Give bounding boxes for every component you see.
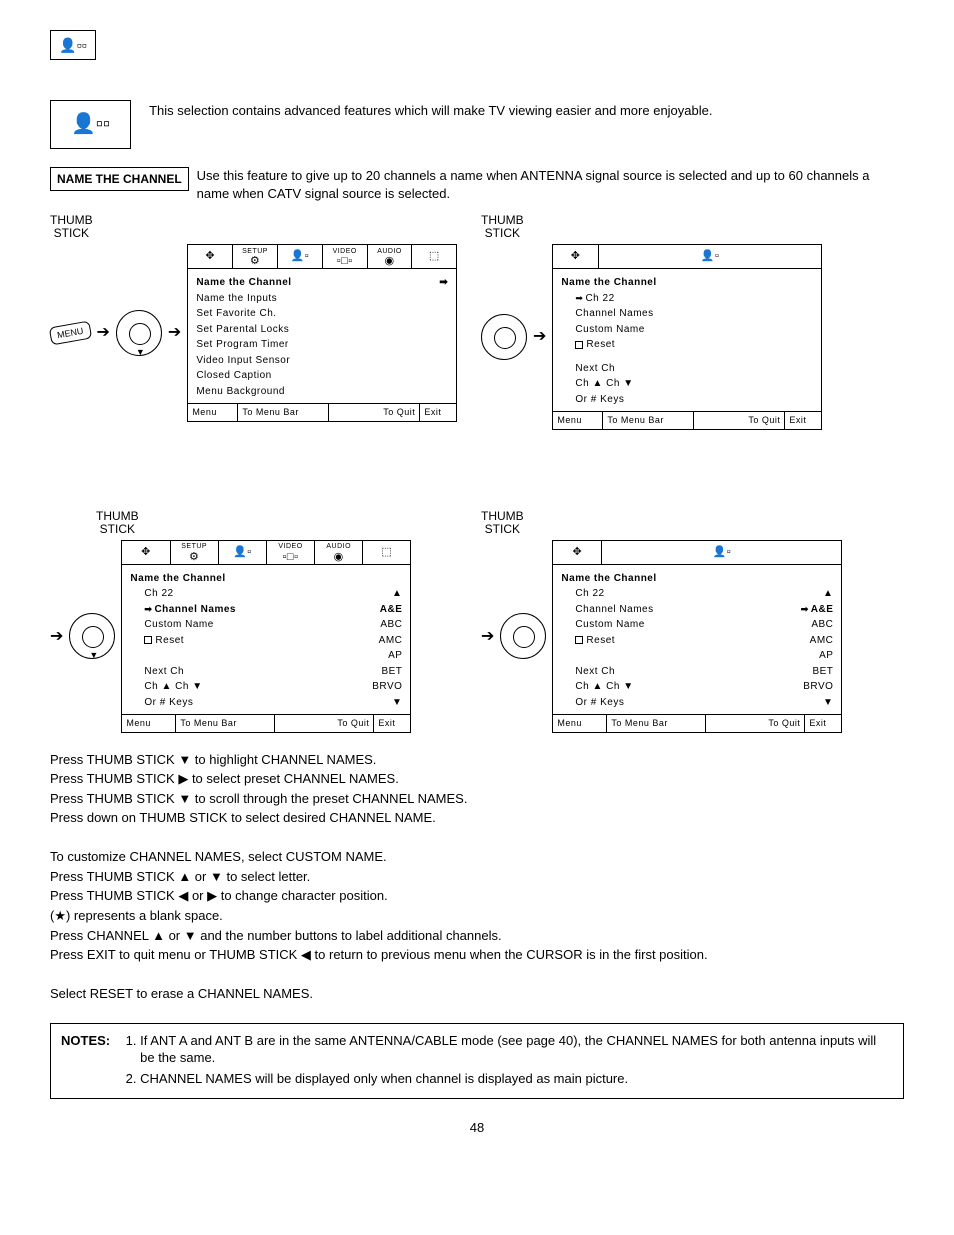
menu-item[interactable]: Set Favorite Ch. [196,307,276,321]
thumb-stick-label: THUMBSTICK [481,214,524,240]
intro-text: This selection contains advanced feature… [149,100,904,120]
menu-item-selected[interactable]: Channel Names [154,604,236,615]
hint-text: Next Ch [575,665,615,679]
header-icon: 👤▫▫ [50,30,96,60]
thumbstick-icon[interactable] [500,613,546,659]
menu-item[interactable]: Name the Inputs [196,292,277,306]
feature-description: Use this feature to give up to 20 channe… [197,167,904,202]
menu-screen-4: ✥ 👤▫ Name the Channel Ch 22▲ Channel Nam… [552,540,842,733]
menu-item[interactable]: Custom Name [575,618,644,632]
screen-title: Name the Channel [561,572,656,586]
thumbstick-icon[interactable] [481,314,527,360]
screen-title: Name the Channel [561,276,656,290]
instruction-line: Press THUMB STICK ▼ to highlight CHANNEL… [50,751,904,769]
note-item: CHANNEL NAMES will be displayed only whe… [140,1070,893,1088]
screen-footer: MenuTo Menu BarTo QuitExit [553,411,821,428]
thumb-stick-label: THUMBSTICK [50,214,93,240]
arrow-right-icon: ➔ [481,626,494,648]
page-number: 48 [50,1119,904,1137]
reset-option[interactable]: Reset [155,635,184,646]
reset-option[interactable]: Reset [586,635,615,646]
instruction-line: Press down on THUMB STICK to select desi… [50,809,904,827]
hint-text: Ch ▲ Ch ▼ [144,680,202,694]
screen-footer: MenuTo Menu BarTo QuitExit [553,714,841,731]
menu-screen-3: ✥ SETUP⚙ 👤▫ VIDEO▫□▫ AUDIO◉ ⬚ Name the C… [121,540,411,733]
menu-button[interactable]: MENU [49,321,92,346]
instruction-line: Press THUMB STICK ▲ or ▼ to select lette… [50,868,904,886]
instructions-block: Press THUMB STICK ▼ to highlight CHANNEL… [50,751,904,1003]
instruction-line: (★) represents a blank space. [50,907,904,925]
arrow-right-icon: ➔ [97,322,110,344]
menu-screen-1: ✥ SETUP⚙ 👤▫ VIDEO▫□▫ AUDIO◉ ⬚ Name the C… [187,244,457,421]
instruction-line: Press CHANNEL ▲ or ▼ and the number butt… [50,927,904,945]
arrow-right-icon: ➔ [533,326,546,348]
arrow-right-icon: ➔ [168,322,181,344]
menu-item[interactable]: Channel Names [575,307,653,321]
feature-label: NAME THE CHANNEL [50,167,189,191]
arrow-right-icon: ➔ [50,626,63,648]
notes-label: NOTES: [61,1032,110,1091]
screen-footer: MenuTo Menu BarTo QuitExit [188,403,456,420]
thumb-stick-label: THUMBSTICK [96,510,139,536]
section-icon: 👤▫▫ [50,100,131,149]
hint-text: Or # Keys [575,393,624,407]
menu-item[interactable]: Closed Caption [196,369,271,383]
screen-title: Name the Channel [196,276,291,290]
thumb-stick-label: THUMBSTICK [481,510,524,536]
reset-option[interactable]: Reset [586,339,615,350]
instruction-line: Press THUMB STICK ▼ to scroll through th… [50,790,904,808]
menu-item[interactable]: Menu Background [196,385,285,399]
instruction-line: To customize CHANNEL NAMES, select CUSTO… [50,848,904,866]
hint-text: Ch ▲ Ch ▼ [575,680,633,694]
screen-title: Name the Channel [130,572,225,586]
note-item: If ANT A and ANT B are in the same ANTEN… [140,1032,893,1067]
hint-text: Next Ch [575,362,615,376]
instruction-line: Press THUMB STICK ▶ to select preset CHA… [50,770,904,788]
hint-text: Ch ▲ Ch ▼ [575,377,633,391]
menu-screen-2: ✥ 👤▫ Name the Channel ➡Ch 22 Channel Nam… [552,244,822,429]
menu-item[interactable]: Channel Names [575,603,653,617]
menu-item[interactable]: Custom Name [144,618,213,632]
instruction-line: Press EXIT to quit menu or THUMB STICK ◀… [50,946,904,964]
hint-text: Or # Keys [575,696,624,710]
menu-item[interactable]: Custom Name [575,323,644,337]
thumbstick-icon[interactable]: ▼ [116,310,162,356]
hint-text: Or # Keys [144,696,193,710]
menu-item[interactable]: Set Program Timer [196,338,288,352]
menu-item: Ch 22 [144,587,173,601]
thumbstick-icon[interactable]: ▼ [69,613,115,659]
instruction-line: Select RESET to erase a CHANNEL NAMES. [50,985,904,1003]
menu-item[interactable]: Video Input Sensor [196,354,290,368]
menu-item[interactable]: Set Parental Locks [196,323,289,337]
menu-item: Ch 22 [575,587,604,601]
screen-tabs: ✥ SETUP⚙ 👤▫ VIDEO▫□▫ AUDIO◉ ⬚ [122,541,410,565]
hint-text: Next Ch [144,665,184,679]
screen-tabs: ✥ 👤▫ [553,245,821,269]
instruction-line: Press THUMB STICK ◀ or ▶ to change chara… [50,887,904,905]
screen-footer: MenuTo Menu BarTo QuitExit [122,714,410,731]
screen-tabs: ✥ SETUP⚙ 👤▫ VIDEO▫□▫ AUDIO◉ ⬚ [188,245,456,269]
notes-box: NOTES: If ANT A and ANT B are in the sam… [50,1023,904,1100]
screen-tabs: ✥ 👤▫ [553,541,841,565]
menu-item[interactable]: Ch 22 [585,293,614,304]
